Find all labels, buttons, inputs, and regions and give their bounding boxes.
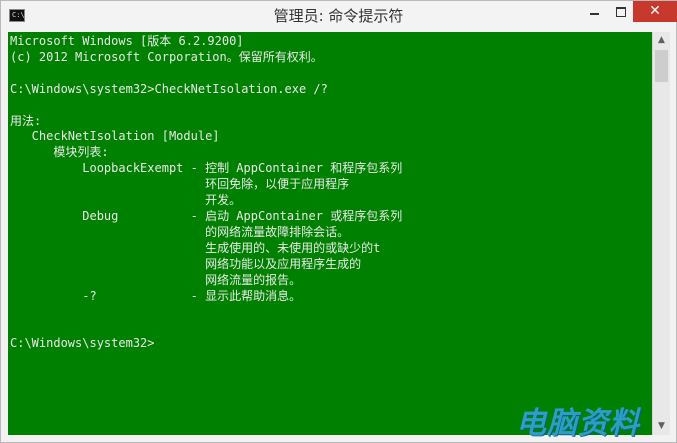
console-line: CheckNetIsolation [Module] [10,129,220,144]
cmd-window: C:\ 管理员: 命令提示符 ✕ Microsoft Windows [版本 6… [0,0,677,443]
console-output-area[interactable]: Microsoft Windows [版本 6.2.9200] (c) 2012… [8,32,652,435]
minimize-button[interactable] [581,1,607,22]
minimize-icon [590,13,599,15]
vertical-scrollbar[interactable]: ▲ ▼ [652,32,670,435]
console-line: 生成使用的、未使用的或缺少的t [10,240,381,255]
console-line: 网络功能以及应用程序生成的 [10,256,362,271]
maximize-icon [616,7,626,17]
scroll-up-arrow-icon[interactable]: ▲ [653,32,670,49]
site-watermark-logo: 电脑资料 [516,398,666,442]
console-line: 开发。 [10,193,242,208]
console-text: Microsoft Windows [版本 6.2.9200] (c) 2012… [10,34,402,352]
console-line: 用法: [10,113,42,128]
console-line: C:\Windows\system32>CheckNetIsolation.ex… [10,81,328,96]
close-icon: ✕ [649,3,661,19]
title-bar[interactable]: C:\ 管理员: 命令提示符 ✕ [1,1,677,32]
console-line: (c) 2012 Microsoft Corporation。保留所有权利。 [10,49,323,64]
console-line: 模块列表: [10,145,109,160]
console-line: LoopbackExempt - 控制 AppContainer 和程序包系列 [10,161,403,176]
window-title: 管理员: 命令提示符 [273,7,404,25]
console-line: 环回免除，以便于应用程序 [10,177,350,192]
console-line: Debug - 启动 AppContainer 或程序包系列 [10,208,403,223]
scrollbar-thumb[interactable] [655,50,668,82]
console-line: C:\Windows\system32> [10,336,155,351]
console-line: 网络流量的报告。 [10,272,302,287]
close-button[interactable]: ✕ [633,1,677,22]
maximize-button[interactable] [607,1,634,22]
console-line: 的网络流量故障排除会话。 [10,224,350,239]
console-line: Microsoft Windows [版本 6.2.9200] [10,34,244,48]
watermark-text: 电脑资料 [516,406,640,441]
console-line: -? - 显示此帮助消息。 [10,288,302,303]
